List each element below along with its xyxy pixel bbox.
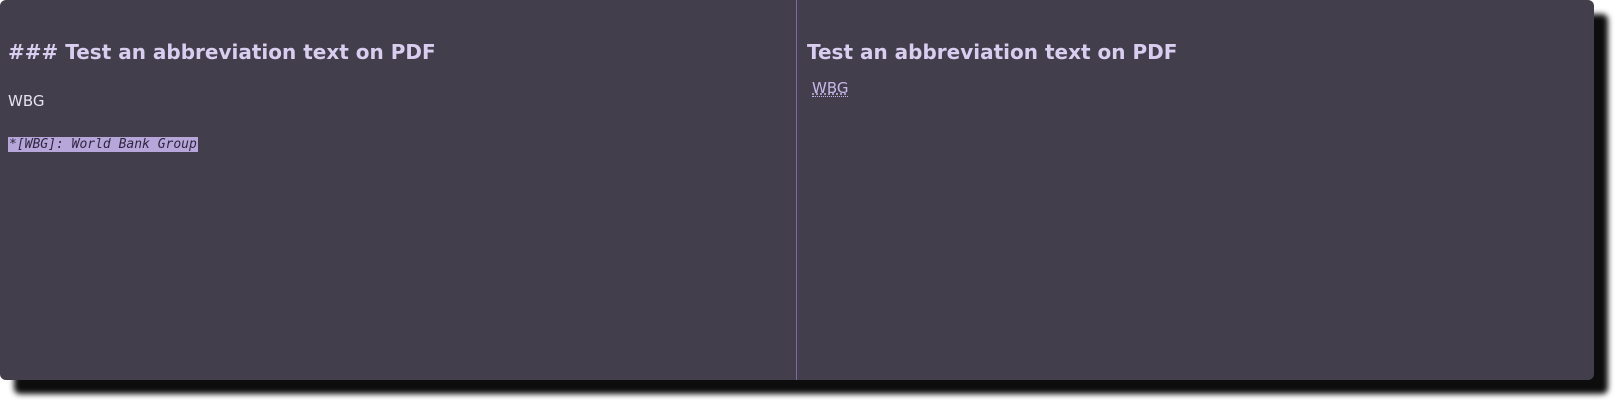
editor-abbreviation-definition[interactable]: *[WBG]: World Bank Group bbox=[8, 137, 198, 152]
editor-text-line[interactable]: WBG bbox=[8, 92, 44, 110]
preview-pane: Test an abbreviation text on PDF WBG bbox=[797, 0, 1594, 380]
editor-window: ### Test an abbreviation text on PDF WBG… bbox=[0, 0, 1594, 380]
preview-abbreviation[interactable]: WBG bbox=[812, 80, 849, 97]
markdown-editor-pane[interactable]: ### Test an abbreviation text on PDF WBG… bbox=[0, 0, 796, 380]
preview-heading: Test an abbreviation text on PDF bbox=[807, 40, 1178, 64]
editor-heading-line[interactable]: ### Test an abbreviation text on PDF bbox=[8, 40, 436, 64]
